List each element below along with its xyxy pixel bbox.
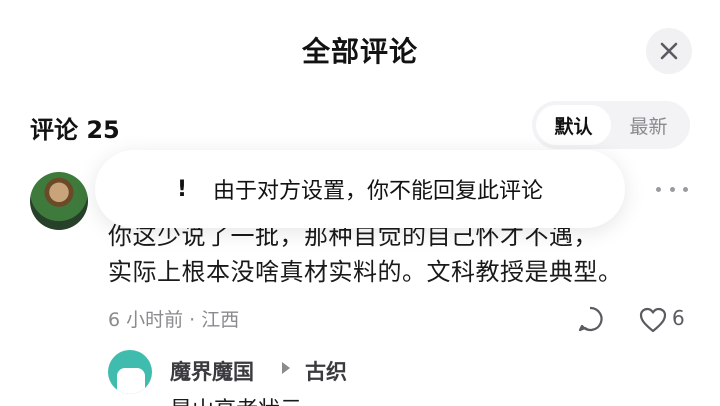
more-icon[interactable] — [656, 184, 688, 194]
comment-count: 评论 25 — [30, 116, 120, 144]
reply-arrow-icon — [282, 362, 290, 374]
reply-author[interactable]: 魔界魔国 — [170, 356, 254, 386]
toast-message: 由于对方设置，你不能回复此评论 — [213, 179, 544, 204]
comment-line: 实际上根本没啥真材实料的。文科教授是典型。 — [108, 258, 623, 286]
toast: ! 由于对方设置，你不能回复此评论 — [95, 150, 625, 228]
reply-text: 是山高者状元 — [170, 392, 302, 406]
comments-sheet: 全部评论 评论 25 默认 最新 你这少说了一批，那种自觉的自己怀才不遇， 实际… — [0, 0, 720, 406]
close-button[interactable] — [646, 28, 692, 74]
comment-meta: 6 小时前 · 江西 — [108, 309, 240, 331]
comment-body: 你这少说了一批，那种自觉的自己怀才不遇， 实际上根本没啥真材实料的。文科教授是典… — [108, 218, 698, 290]
exclamation-icon: ! — [176, 176, 188, 202]
close-icon — [660, 42, 678, 60]
sort-latest[interactable]: 最新 — [611, 105, 686, 145]
reply-icon[interactable] — [576, 305, 604, 333]
heart-icon[interactable] — [639, 307, 667, 333]
avatar[interactable] — [30, 172, 88, 230]
reply-avatar[interactable] — [108, 350, 152, 394]
reply-target[interactable]: 古织 — [305, 356, 347, 386]
sort-toggle[interactable]: 默认 最新 — [532, 101, 690, 149]
like-count: 6 — [672, 306, 685, 330]
sheet-title: 全部评论 — [301, 35, 418, 68]
sort-default[interactable]: 默认 — [536, 105, 611, 145]
